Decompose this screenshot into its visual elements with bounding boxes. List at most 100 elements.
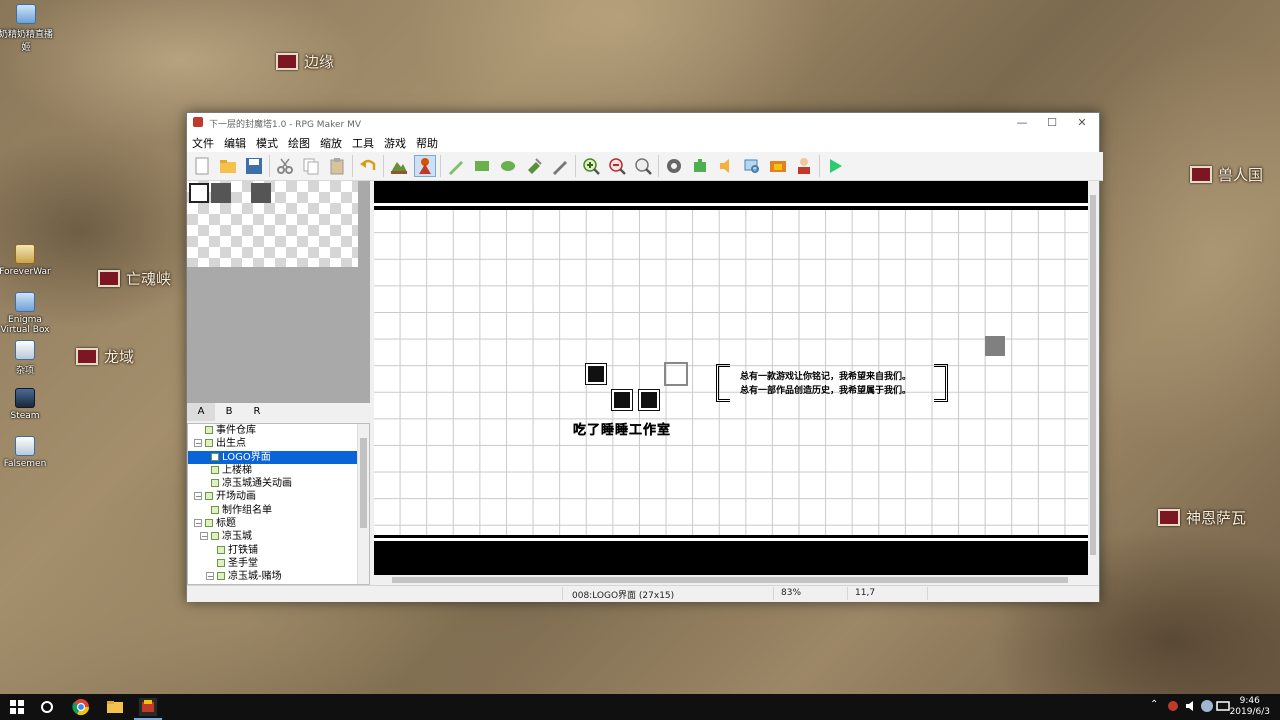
event-mode-button[interactable] — [414, 155, 436, 177]
rectangle-button[interactable] — [471, 155, 493, 177]
map-tree-item[interactable]: 事件仓库 — [188, 424, 369, 437]
event-sprite[interactable] — [638, 389, 660, 411]
ellipse-button[interactable] — [497, 155, 519, 177]
event-sprite[interactable] — [611, 389, 633, 411]
map-tree-item[interactable]: − 凉玉城 — [188, 530, 369, 543]
map-tree-label: 圣手堂 — [228, 557, 258, 569]
resource-manager-button[interactable] — [767, 155, 789, 177]
shadow-pen-button[interactable] — [549, 155, 571, 177]
map-tree-item[interactable]: 打铁铺 — [188, 544, 369, 557]
map-horizontal-scrollbar[interactable] — [374, 575, 1088, 585]
scroll-thumb[interactable] — [1090, 195, 1096, 555]
event-sprite[interactable] — [585, 363, 607, 385]
map-tree-item[interactable]: − 开场动画 — [188, 490, 369, 503]
database-button[interactable] — [663, 155, 685, 177]
new-project-button[interactable] — [191, 155, 213, 177]
quote-event[interactable]: 总有一款游戏让你铭记，我希望来自我们。 总有一部作品创造历史，我希望属于我们。 — [716, 364, 948, 402]
tree-scrollbar[interactable] — [357, 424, 369, 584]
menu-item[interactable]: 文件 — [187, 135, 219, 151]
map-tree-item[interactable]: 上楼梯 — [188, 464, 369, 477]
menu-item[interactable]: 绘图 — [283, 135, 315, 151]
chrome-icon[interactable] — [72, 698, 90, 716]
network-icon[interactable] — [1216, 699, 1230, 713]
map-tree-item[interactable]: 圣手堂 — [188, 557, 369, 570]
cortana-search-icon[interactable] — [38, 698, 56, 716]
quote-line: 总有一款游戏让你铭记，我希望来自我们。 — [740, 372, 912, 382]
desktop-icon[interactable]: Enigma Virtual Box — [0, 292, 55, 335]
menu-item[interactable]: 编辑 — [219, 135, 251, 151]
map-tree-label: 标题 — [216, 518, 236, 530]
map-canvas[interactable]: 吃了睡睡工作室 总有一款游戏让你铭记，我希望来自我们。 总有一部作品创造历史，我… — [374, 181, 1088, 575]
map-tree-item[interactable]: 制作组名单 — [188, 504, 369, 517]
tile[interactable] — [251, 183, 271, 203]
collapse-icon[interactable]: − — [194, 492, 202, 501]
character-generator-button[interactable] — [793, 155, 815, 177]
open-project-button[interactable] — [217, 155, 239, 177]
rpg-maker-taskbar-icon[interactable] — [139, 698, 157, 716]
close-button[interactable]: ✕ — [1067, 113, 1097, 133]
pencil-button[interactable] — [445, 155, 467, 177]
desktop-icon[interactable]: Steam — [0, 388, 55, 421]
collapse-icon[interactable]: − — [206, 572, 214, 581]
collapse-icon[interactable]: − — [194, 519, 202, 528]
collapse-icon[interactable]: − — [200, 532, 208, 541]
tile-selected[interactable] — [189, 183, 209, 203]
volume-icon[interactable] — [1184, 699, 1198, 713]
tab-a[interactable]: A — [187, 403, 215, 421]
undo-button[interactable] — [357, 155, 379, 177]
map-tree-item[interactable]: LOGO界面 — [188, 450, 369, 464]
tileset-panel[interactable] — [187, 181, 370, 403]
playtest-button[interactable] — [824, 155, 846, 177]
map-tree-label: 出生点 — [216, 438, 246, 450]
maximize-button[interactable]: ☐ — [1037, 113, 1067, 133]
map-tree-label: 凉玉城-赌场 — [228, 571, 282, 583]
minimize-button[interactable]: — — [1007, 113, 1037, 133]
desktop-icon[interactable]: ForeverWar — [0, 244, 55, 277]
chevron-up-icon[interactable]: ⌃ — [1150, 699, 1158, 710]
copy-button[interactable] — [300, 155, 322, 177]
fill-button[interactable] — [523, 155, 545, 177]
map-tree-item[interactable]: − 标题 — [188, 517, 369, 530]
selection-cursor[interactable] — [664, 362, 688, 386]
map-vertical-scrollbar[interactable] — [1088, 181, 1098, 575]
save-project-button[interactable] — [243, 155, 265, 177]
map-tree-item[interactable]: 凉玉城通关动画 — [188, 477, 369, 490]
zoom-in-button[interactable] — [580, 155, 602, 177]
desktop-icon[interactable]: Falsemen — [0, 436, 55, 469]
menu-item[interactable]: 模式 — [251, 135, 283, 151]
file-icon — [15, 436, 35, 456]
event-searcher-button[interactable] — [741, 155, 763, 177]
map-tree-item[interactable]: − 出生点 — [188, 437, 369, 450]
tileset-palette[interactable] — [187, 181, 358, 267]
sound-test-button[interactable] — [715, 155, 737, 177]
status-divider — [773, 587, 774, 600]
steam-tray-icon[interactable] — [1200, 699, 1214, 713]
collapse-icon[interactable]: − — [194, 439, 202, 448]
tray-app-icon[interactable] — [1166, 699, 1180, 713]
zoom-out-button[interactable] — [606, 155, 628, 177]
title-bar[interactable]: 下一层的封魔塔1.0 - RPG Maker MV — ☐ ✕ — [187, 113, 1099, 133]
scroll-thumb[interactable] — [392, 577, 1068, 583]
cut-button[interactable] — [274, 155, 296, 177]
clock[interactable]: 9:46 2019/6/3 — [1230, 696, 1270, 718]
app-icon — [15, 292, 35, 312]
file-explorer-icon[interactable] — [106, 698, 124, 716]
windows-start-icon[interactable] — [8, 698, 26, 716]
desktop-icon[interactable]: 奶精奶精直播姬 — [0, 4, 56, 53]
menu-item[interactable]: 帮助 — [411, 135, 443, 151]
tile[interactable] — [211, 183, 231, 203]
event-tile[interactable] — [985, 336, 1005, 356]
plugin-manager-button[interactable] — [689, 155, 711, 177]
scroll-thumb[interactable] — [360, 438, 367, 528]
tab-r[interactable]: R — [243, 403, 271, 421]
menu-item[interactable]: 工具 — [347, 135, 379, 151]
map-mode-button[interactable] — [388, 155, 410, 177]
desktop-icon[interactable]: 杂项 — [0, 340, 55, 376]
map-tree-item[interactable]: − 凉玉城-赌场 — [188, 570, 369, 583]
map-icon — [205, 519, 213, 528]
tab-b[interactable]: B — [215, 403, 243, 421]
menu-item[interactable]: 游戏 — [379, 135, 411, 151]
paste-button[interactable] — [326, 155, 348, 177]
zoom-actual-button[interactable] — [632, 155, 654, 177]
menu-item[interactable]: 缩放 — [315, 135, 347, 151]
